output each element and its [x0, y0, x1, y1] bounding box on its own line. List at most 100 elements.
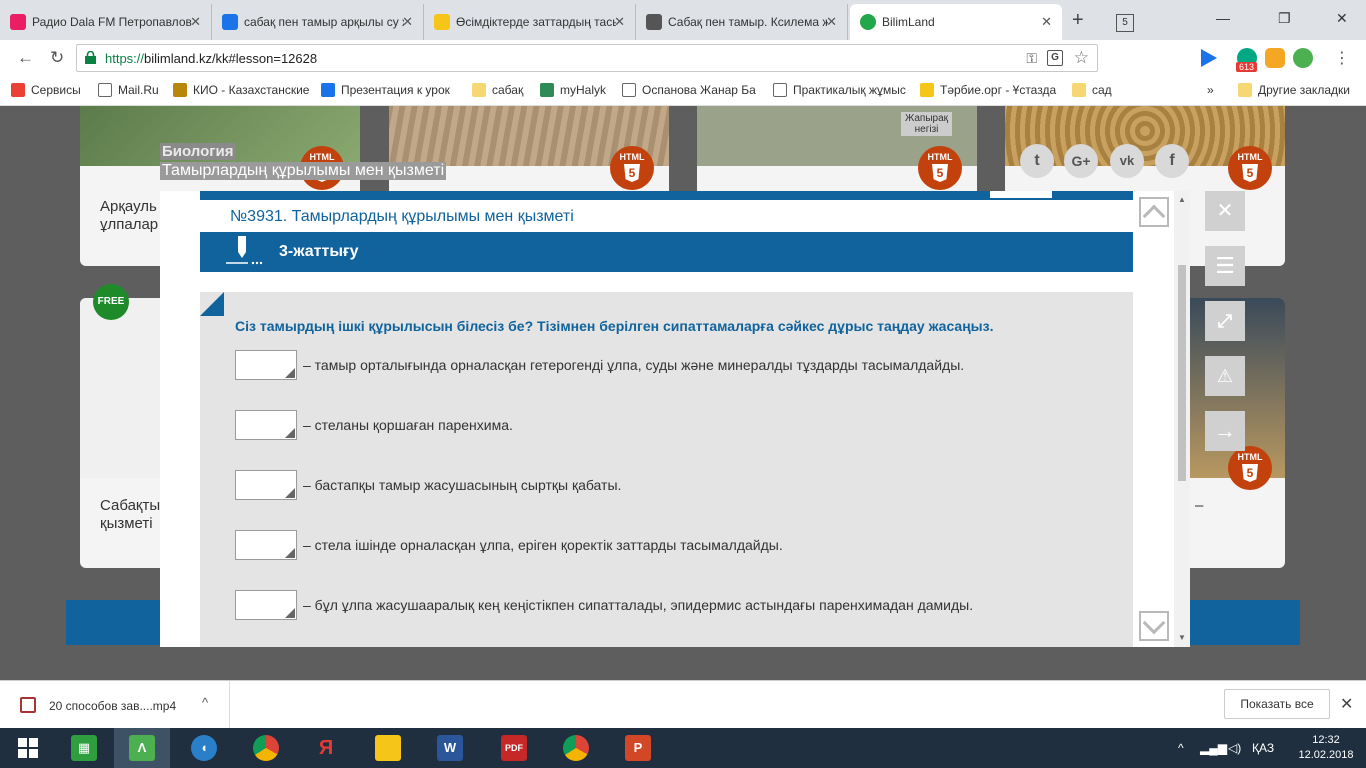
- scroll-up-button[interactable]: [1139, 197, 1169, 228]
- lesson-title: №3931. Тамырлардың құрылымы мен қызметі: [230, 208, 574, 225]
- answer-dropdown[interactable]: [235, 590, 297, 620]
- answer-dropdown[interactable]: [235, 410, 297, 440]
- back-icon[interactable]: ←: [17, 48, 34, 68]
- extension-badge: 613: [1236, 62, 1258, 72]
- match-item: – стеланы қоршаған паренхима.: [235, 410, 513, 440]
- volume-icon[interactable]: ◁): [1228, 741, 1241, 755]
- translate-icon[interactable]: G: [1047, 50, 1063, 66]
- menu-kebab-icon[interactable]: ⋮: [1334, 48, 1350, 68]
- facebook-icon[interactable]: f: [1155, 144, 1189, 178]
- answer-dropdown[interactable]: [235, 470, 297, 500]
- bookmark-tarbie[interactable]: Тәрбие.орг - Ұстазда: [920, 83, 1060, 97]
- scroll-down-button[interactable]: [1139, 611, 1169, 641]
- play-extension-icon[interactable]: [1201, 49, 1217, 67]
- bookmark-practical[interactable]: Практикалық жұмыс: [773, 83, 913, 97]
- chevron-up-icon[interactable]: ^: [202, 695, 208, 710]
- item-description: – стеланы қоршаған паренхима.: [303, 417, 513, 433]
- bookmark-services[interactable]: Сервисы: [11, 83, 96, 97]
- close-icon[interactable]: ✕: [1041, 14, 1052, 30]
- minimize-icon[interactable]: —: [1216, 10, 1230, 26]
- tab-transport[interactable]: Өсімдіктерде заттардың тасым ✕: [424, 4, 636, 40]
- google-plus-icon[interactable]: G+: [1064, 144, 1098, 178]
- taskbar-app[interactable]: P: [610, 728, 666, 768]
- pdf-icon: [646, 14, 662, 30]
- warning-icon[interactable]: ⚠: [1205, 356, 1245, 396]
- vk-icon[interactable]: vk: [1110, 144, 1144, 178]
- reload-icon[interactable]: ↻: [50, 48, 64, 68]
- exercise-header: 3-жаттығу: [200, 232, 1133, 272]
- show-all-button[interactable]: Показать все: [1224, 689, 1330, 719]
- card-title: Сабақты қызметі: [100, 497, 161, 532]
- taskbar-app[interactable]: Λ: [114, 728, 170, 768]
- answer-dropdown[interactable]: [235, 530, 297, 560]
- restore-icon[interactable]: ❐: [1278, 10, 1291, 27]
- clock[interactable]: 12:32 12.02.2018: [1296, 733, 1356, 763]
- item-description: – стела ішінде орналасқан ұлпа, еріген қ…: [303, 537, 783, 553]
- excel-like-icon: ▦: [71, 735, 97, 761]
- bookmark-sabak[interactable]: сабақ: [472, 83, 532, 97]
- new-tab-button[interactable]: +: [1072, 10, 1084, 30]
- bookmark-ospanova[interactable]: Оспанова Жанар Ба: [622, 83, 762, 97]
- breadcrumb-lesson[interactable]: Тамырлардың құрылымы мен қызметі: [160, 162, 447, 180]
- browser-tab-strip: Радио Dala FM Петропавловск ✕ сабақ пен …: [0, 0, 1366, 40]
- bookmark-mailru[interactable]: Mail.Ru: [98, 83, 178, 97]
- taskbar-app[interactable]: PDF: [486, 728, 542, 768]
- question-text: Сіз тамырдың ішкі құрылысын білесіз бе? …: [235, 318, 994, 334]
- bookmark-other[interactable]: Другие закладки: [1238, 83, 1362, 97]
- key-icon[interactable]: ⚿: [1026, 50, 1037, 67]
- taskbar-app[interactable]: [238, 728, 294, 768]
- next-arrow-icon[interactable]: →: [1205, 411, 1245, 451]
- html5-badge-icon: HTML5: [1228, 446, 1272, 490]
- taskbar-app[interactable]: W: [422, 728, 478, 768]
- taskbar-app[interactable]: ◖: [176, 728, 232, 768]
- close-icon[interactable]: ✕: [826, 14, 837, 30]
- close-icon[interactable]: ✕: [402, 14, 413, 30]
- window-close-icon[interactable]: ✕: [1336, 10, 1348, 27]
- bookmark-sad[interactable]: сад: [1072, 83, 1132, 97]
- address-bar[interactable]: https://bilimland.kz/kk#lesson=12628 ⚿ G…: [76, 44, 1098, 72]
- tab-pdf[interactable]: Сабақ пен тамыр. Ксилема жән ✕: [636, 4, 848, 40]
- list-extension-icon[interactable]: [1293, 48, 1313, 68]
- tab-bilimland[interactable]: BilimLand ✕: [850, 4, 1062, 40]
- close-icon[interactable]: ✕: [614, 14, 625, 30]
- taskbar-app[interactable]: Я: [298, 728, 354, 768]
- breadcrumb-subject[interactable]: Биология: [160, 143, 236, 160]
- menu-icon[interactable]: ☰: [1205, 246, 1245, 286]
- start-button[interactable]: [0, 728, 56, 768]
- close-icon[interactable]: ✕: [1340, 694, 1353, 714]
- bookmark-kio[interactable]: КИО - Казахстанские: [173, 83, 313, 97]
- answer-dropdown[interactable]: [235, 350, 297, 380]
- fullscreen-icon[interactable]: ⤢: [1205, 301, 1245, 341]
- language-indicator[interactable]: ҚАЗ: [1252, 741, 1274, 755]
- download-item[interactable]: 20 способов зав....mp4 ^: [0, 681, 230, 729]
- tab-radio-dala[interactable]: Радио Dala FM Петропавловск ✕: [0, 4, 212, 40]
- bookmark-presentation[interactable]: Презентация к урок: [321, 83, 461, 97]
- modal-scrollbar[interactable]: ▲ ▼: [1174, 191, 1190, 647]
- taskbar-app[interactable]: [360, 728, 416, 768]
- task-panel: Сіз тамырдың ішкі құрылысын білесіз бе? …: [200, 292, 1133, 647]
- bookmark-myhalyk[interactable]: myHalyk: [540, 83, 620, 97]
- scroll-down-arrow-icon[interactable]: ▼: [1178, 633, 1186, 642]
- bookmarks-overflow[interactable]: »: [1207, 83, 1214, 97]
- scroll-up-arrow-icon[interactable]: ▲: [1178, 195, 1186, 204]
- chat-extension-icon[interactable]: [1265, 48, 1285, 68]
- tray-expand-icon[interactable]: ^: [1178, 741, 1184, 755]
- page-icon: [622, 83, 636, 97]
- network-icon[interactable]: ▂▄▆: [1200, 741, 1227, 755]
- twitter-icon[interactable]: t: [1020, 144, 1054, 178]
- launcher-icon: Λ: [129, 735, 155, 761]
- tarbie-icon: [920, 83, 934, 97]
- taskbar-app[interactable]: ▦: [56, 728, 112, 768]
- close-modal-button[interactable]: ✕: [1205, 191, 1245, 231]
- scrollbar-thumb[interactable]: [1178, 265, 1186, 481]
- folder-icon: [1238, 83, 1252, 97]
- bookmark-star-icon[interactable]: ☆: [1074, 48, 1089, 68]
- close-icon[interactable]: ✕: [190, 14, 201, 30]
- tab-label: BilimLand: [882, 15, 935, 29]
- taskbar-app[interactable]: [548, 728, 604, 768]
- tab-search[interactable]: сабақ пен тамыр арқылы су жа ✕: [212, 4, 424, 40]
- match-item: – бұл ұлпа жасушааралық кең кеңістікпен …: [235, 590, 973, 620]
- item-description: – бұл ұлпа жасушааралық кең кеңістікпен …: [303, 597, 974, 613]
- pdf-icon: PDF: [501, 735, 527, 761]
- tab-count-icon[interactable]: 5: [1116, 14, 1134, 32]
